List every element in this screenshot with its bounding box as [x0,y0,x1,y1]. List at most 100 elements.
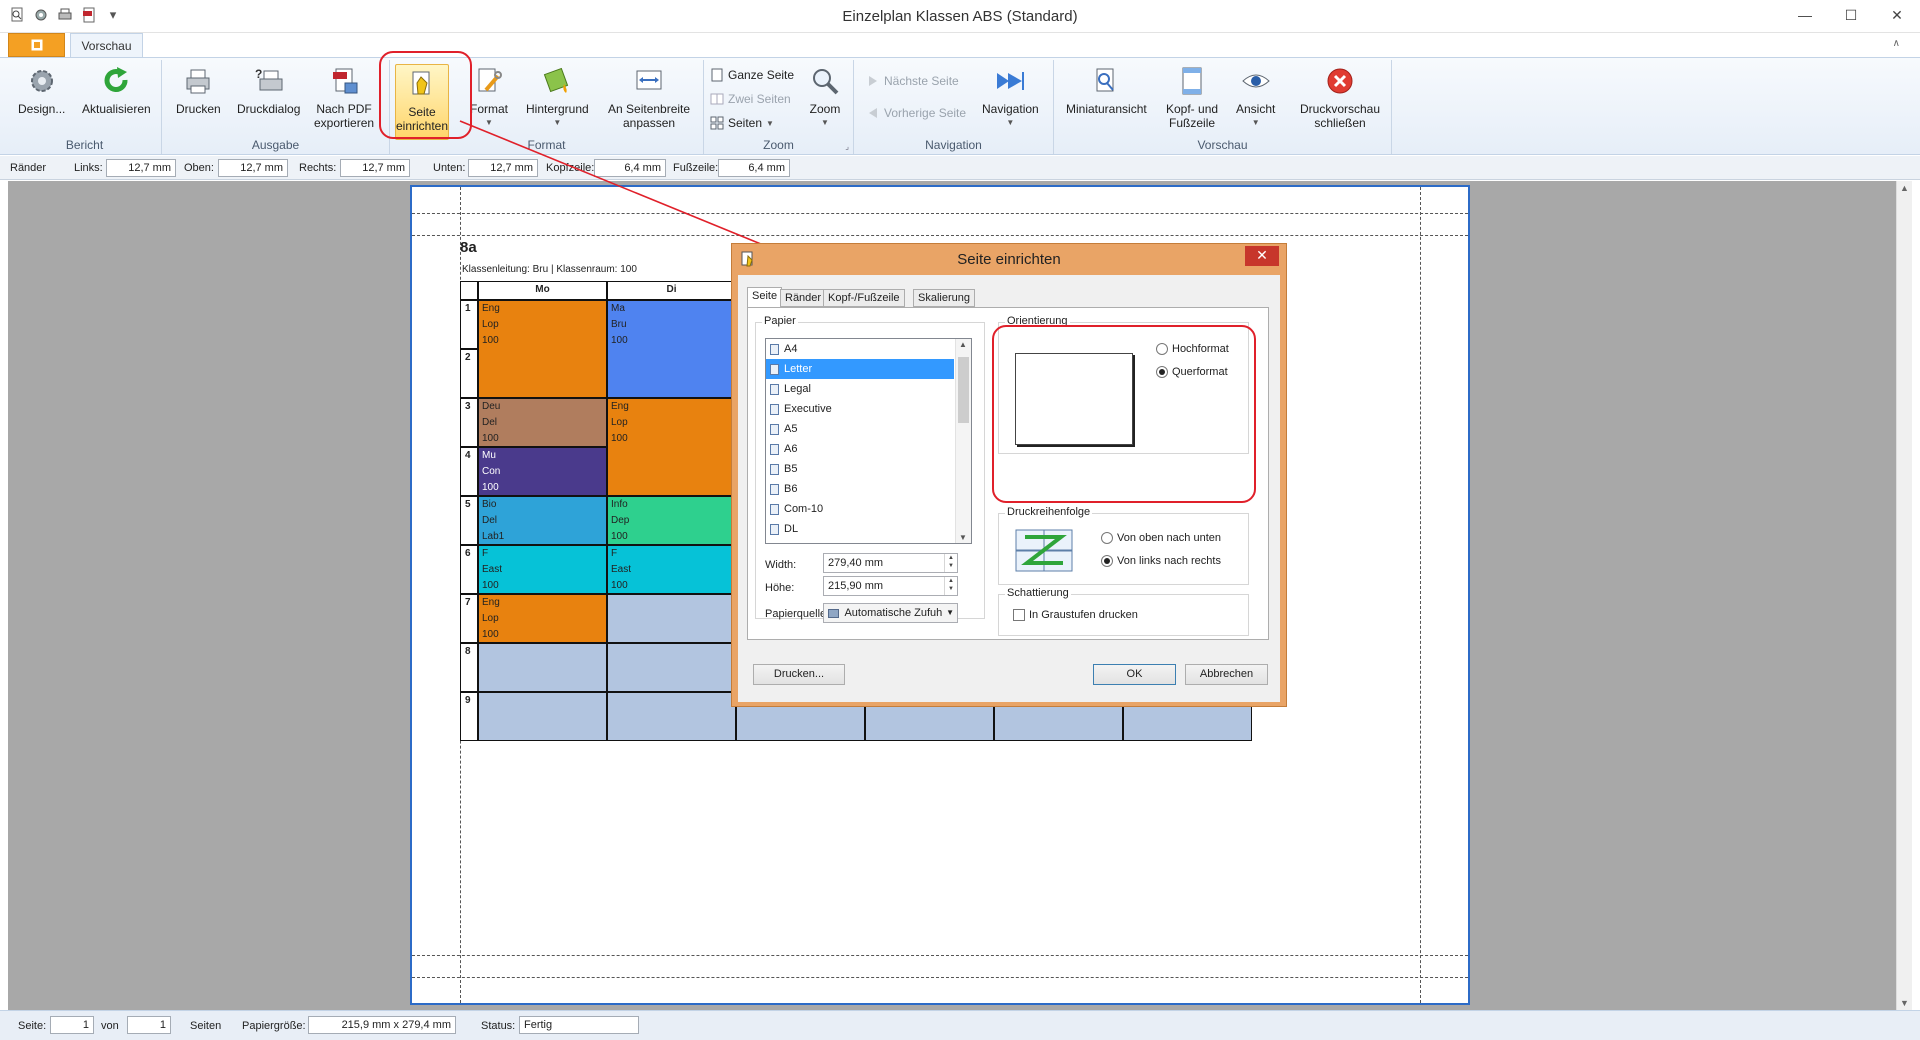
paper-size-item[interactable]: A6 [766,439,954,459]
width-input[interactable]: 279,40 mm ▲ ▼ [823,553,958,573]
spinner-arrows-icon[interactable]: ▲ ▼ [944,577,957,595]
scroll-down-icon[interactable]: ▼ [959,533,967,542]
lesson-cell: Deu Del 100 [478,398,607,447]
lesson-line: 100 [611,580,628,591]
tab-seite[interactable]: Seite [747,287,783,308]
miniaturansicht-button[interactable]: Miniaturansicht [1066,64,1147,116]
naechste-seite-button[interactable]: Nächste Seite [866,74,959,88]
day-header: Mo [478,281,607,300]
fusszeile-input[interactable]: 6,4 mm [718,159,790,177]
paper-size-item[interactable]: Executive [766,399,954,419]
links-input[interactable]: 12,7 mm [106,159,176,177]
class-title: 8a [460,239,477,256]
unten-input[interactable]: 12,7 mm [468,159,538,177]
eye-icon [1239,64,1273,98]
ansicht-button[interactable]: Ansicht ▼ [1236,64,1275,130]
von-links-radio[interactable]: Von links nach rechts [1101,555,1221,567]
ribbon-tab-row: Vorschau ∧ [0,33,1920,58]
fusszeile-label: Fußzeile: [673,162,719,174]
paper-size-item[interactable]: A4 [766,339,954,359]
printer-icon [181,64,215,98]
scroll-down-icon[interactable]: ▼ [1900,998,1909,1008]
hoehe-input[interactable]: 215,90 mm ▲ ▼ [823,576,958,596]
minimize-button[interactable]: — [1782,0,1828,30]
paper-size-list[interactable]: A4 Letter Legal Executive A5 A6 B5 B6 Com-10 DL ▲… [765,338,972,544]
dialog-title-bar[interactable]: Seite einrichten ✕ [732,244,1286,274]
tab-skalierung[interactable]: Skalierung [913,289,975,307]
format-button[interactable]: Format ▼ [470,64,508,130]
hintergrund-button[interactable]: Hintergrund ▼ [526,64,589,130]
lesson-line: Deu [482,401,501,412]
druckdialog-button[interactable]: ? Druckdialog [237,64,300,116]
seiten-button[interactable]: Seiten ▼ [710,116,774,130]
tab-kopf-fusszeile[interactable]: Kopf-/Fußzeile [823,289,905,307]
zoom-button[interactable]: Zoom ▼ [808,64,842,130]
spinner-arrows-icon[interactable]: ▲ ▼ [944,554,957,572]
lesson-cell: Bio Del Lab1 [478,496,607,545]
lesson-cell: Eng Lop 100 [478,594,607,643]
period-number: 1 [460,300,478,349]
navigation-arrows-icon [993,64,1027,98]
pdf-export-button[interactable]: Nach PDF exportieren [314,64,374,130]
header-footer-icon [1175,64,1209,98]
dialog-body: Seite Ränder Kopf-/Fußzeile Skalierung P… [738,275,1280,702]
paper-list-scrollbar[interactable]: ▲ ▼ [955,339,971,543]
seite-status-input[interactable]: 1 [50,1016,94,1034]
chevron-down-icon: ▼ [946,608,954,617]
druckvorschau-schliessen-button[interactable]: Druckvorschau schließen [1300,64,1380,130]
paper-size-item[interactable]: DL [766,519,954,539]
abbrechen-button[interactable]: Abbrechen [1185,664,1268,685]
paper-size-item[interactable]: A5 [766,419,954,439]
kopf-fusszeile-button[interactable]: Kopf- und Fußzeile [1166,64,1218,130]
vorherige-seite-button[interactable]: Vorherige Seite [866,106,966,120]
seitenbreite-button[interactable]: An Seitenbreite anpassen [608,64,690,130]
lesson-cell: Info Dep 100 [607,496,736,545]
drucken-dialog-button[interactable]: Drucken... [753,664,845,685]
dialog-launcher-icon[interactable]: ⌟ [845,142,849,151]
lesson-cell: Eng Lop 100 [478,300,607,398]
paper-list-scroll-thumb[interactable] [958,357,969,423]
paper-size-items: A4 Letter Legal Executive A5 A6 B5 B6 Com-10 DL [766,339,971,539]
dialog-close-button[interactable]: ✕ [1245,246,1279,266]
papierquelle-select[interactable]: Automatische Zufuh ▼ [823,603,958,623]
lesson-line: Lop [611,417,628,428]
ganze-seite-button[interactable]: Ganze Seite [710,68,794,82]
kopfzeile-input[interactable]: 6,4 mm [594,159,666,177]
paper-size-item[interactable]: Com-10 [766,499,954,519]
file-tab[interactable] [8,33,65,57]
rechts-input[interactable]: 12,7 mm [340,159,410,177]
multi-pages-icon [710,116,724,130]
oben-input[interactable]: 12,7 mm [218,159,288,177]
lesson-line: F [611,548,618,559]
drucken-button[interactable]: Drucken [176,64,221,116]
tab-raender[interactable]: Ränder [780,289,827,307]
zwei-seiten-button[interactable]: Zwei Seiten [710,92,791,106]
aktualisieren-button[interactable]: Aktualisieren [82,64,151,116]
von-oben-radio[interactable]: Von oben nach unten [1101,532,1221,544]
paper-size-item[interactable]: Letter [766,359,954,379]
scroll-up-icon[interactable]: ▲ [959,340,967,349]
lesson-line: Lop [482,319,499,330]
graustufen-checkbox[interactable]: In Graustufen drucken [1013,609,1138,621]
lesson-line: 100 [482,580,499,591]
vertical-scrollbar[interactable]: ▲ ▼ [1896,181,1912,1010]
file-menu-icon [31,39,42,51]
design-button[interactable]: Design... [18,64,65,116]
dropdown-arrow-icon: ▼ [1251,118,1260,127]
ok-button[interactable]: OK [1093,664,1176,685]
paper-size-item[interactable]: B6 [766,479,954,499]
status-label: Status: [481,1020,516,1032]
dialog-panel-seite: Papier A4 Letter Legal Executive A5 A6 B5 B6 Com… [747,307,1269,640]
paper-size-item[interactable]: B5 [766,459,954,479]
next-page-icon [866,74,880,88]
tab-vorschau[interactable]: Vorschau [70,33,143,58]
lesson-line: Ma [611,303,625,314]
close-window-button[interactable]: ✕ [1874,0,1920,30]
ribbon-minimize-icon[interactable]: ∧ [1893,38,1900,49]
scroll-up-icon[interactable]: ▲ [1900,183,1909,193]
navigation-button[interactable]: Navigation ▼ [982,64,1039,130]
paper-size-item[interactable]: Legal [766,379,954,399]
lesson-line: Lop [482,613,499,624]
window-controls: — ☐ ✕ [1782,0,1920,30]
maximize-button[interactable]: ☐ [1828,0,1874,30]
